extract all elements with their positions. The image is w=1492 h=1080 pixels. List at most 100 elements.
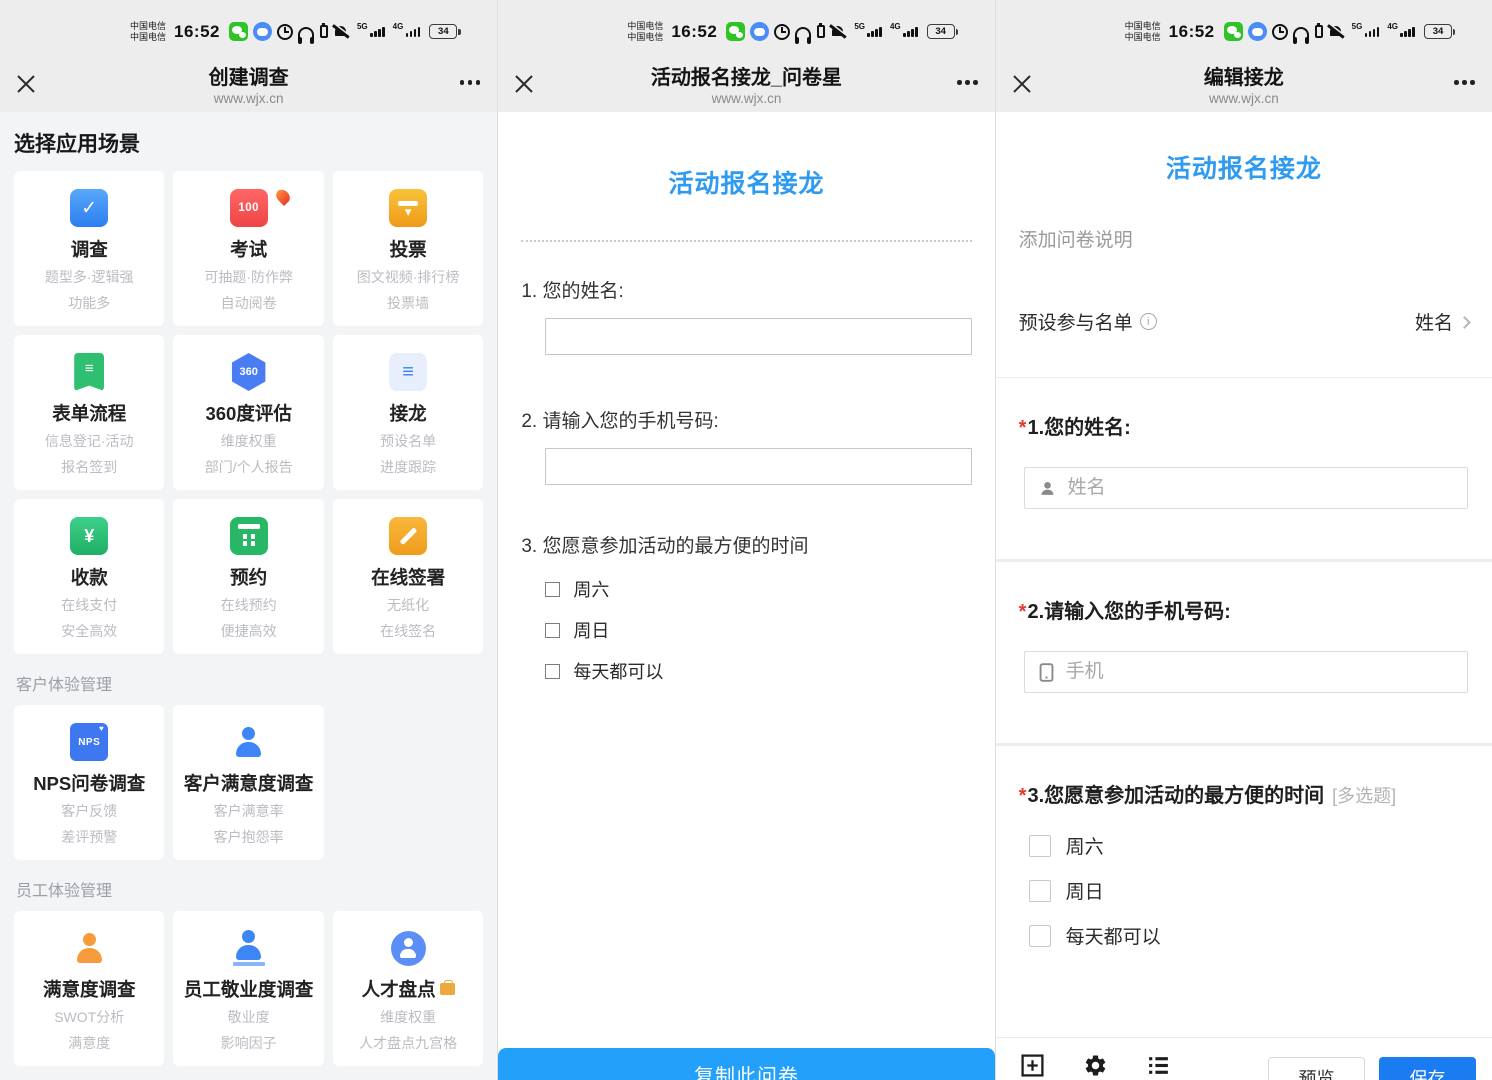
wechat-icon bbox=[229, 22, 248, 41]
question-3-options: 周六 周日 每天都可以 bbox=[1029, 832, 1492, 949]
outline-button[interactable]: 大纲 bbox=[1144, 1053, 1174, 1080]
name-input[interactable] bbox=[545, 318, 971, 355]
checkbox-icon[interactable] bbox=[1029, 880, 1051, 902]
question-2-label: 2. 请输入您的手机号码: bbox=[521, 406, 971, 433]
group-label-customer: 客户体验管理 bbox=[16, 671, 481, 695]
survey-title[interactable]: 活动报名接龙 bbox=[996, 149, 1492, 185]
employee-grid: 满意度调查 SWOT分析 满意度 员工敬业度调查 敬业度 影响因子 人才盘点 维… bbox=[14, 911, 483, 1066]
mobile-phone-icon bbox=[1038, 663, 1055, 682]
option-everyday[interactable]: 每天都可以 bbox=[545, 658, 971, 684]
hexagon-360-icon: 360 bbox=[230, 353, 268, 391]
section-divider bbox=[996, 559, 1492, 562]
card-exam[interactable]: 100 考试 可抽题·防作弊 自动阅卷 bbox=[173, 171, 323, 326]
preset-list-value: 姓名 bbox=[1415, 308, 1453, 335]
card-talent-review[interactable]: 人才盘点 维度权重 人才盘点九宫格 bbox=[333, 911, 483, 1066]
status-bar: 中国电信中国电信 16:52 5G 4G 34 bbox=[996, 0, 1492, 55]
name-input[interactable] bbox=[1068, 477, 1454, 499]
checkbox-icon[interactable] bbox=[545, 623, 560, 638]
info-icon[interactable]: i bbox=[1140, 313, 1157, 330]
more-menu-icon[interactable] bbox=[957, 80, 978, 85]
chevron-right-icon bbox=[1458, 316, 1471, 329]
divider bbox=[996, 377, 1492, 378]
more-menu-icon[interactable] bbox=[1454, 80, 1475, 85]
page-url: www.wjx.cn bbox=[52, 91, 445, 106]
card-vote[interactable]: ▾ 投票 图文视频·排行榜 投票墙 bbox=[333, 171, 483, 326]
card-payment[interactable]: ¥ 收款 在线支付 安全高效 bbox=[14, 499, 164, 654]
card-survey[interactable]: ✓ 调查 题型多·逻辑强 功能多 bbox=[14, 171, 164, 326]
settings-button[interactable]: 设置 bbox=[1081, 1053, 1111, 1080]
nps-icon: NPS bbox=[70, 723, 108, 761]
checkbox-icon[interactable] bbox=[1029, 925, 1051, 947]
card-customer-satisfaction[interactable]: 客户满意度调查 客户满意率 客户抱怨率 bbox=[173, 705, 323, 860]
option-sunday[interactable]: 周日 bbox=[1029, 877, 1492, 904]
card-form-flow[interactable]: ≡ 表单流程 信息登记·活动 报名签到 bbox=[14, 335, 164, 490]
phone-input[interactable] bbox=[1066, 661, 1454, 683]
customer-grid: NPS NPS问卷调查 客户反馈 差评预警 客户满意度调查 客户满意率 客户抱怨… bbox=[14, 705, 483, 860]
alarm-icon bbox=[277, 24, 293, 40]
checkbox-icon[interactable] bbox=[1029, 835, 1051, 857]
option-sunday[interactable]: 周日 bbox=[545, 617, 971, 643]
card-engagement[interactable]: 员工敬业度调查 敬业度 影响因子 bbox=[173, 911, 323, 1066]
wechat-icon bbox=[1224, 22, 1243, 41]
customer-person-icon bbox=[230, 723, 268, 761]
signal-4g-icon: 4G bbox=[1387, 27, 1415, 37]
required-asterisk: * bbox=[1019, 417, 1027, 439]
card-chain[interactable]: ≡ 接龙 预设名单 进度跟踪 bbox=[333, 335, 483, 490]
wechat-icon bbox=[726, 22, 745, 41]
option-saturday[interactable]: 周六 bbox=[545, 576, 971, 602]
card-appointment[interactable]: 预约 在线预约 便捷高效 bbox=[173, 499, 323, 654]
person-icon bbox=[1038, 479, 1057, 498]
checkbox-icon[interactable] bbox=[545, 664, 560, 679]
status-bar: 中国电信中国电信 16:52 5G 4G 34 bbox=[0, 0, 497, 55]
close-icon[interactable] bbox=[511, 71, 537, 97]
question-3-label: 3. 您愿意参加活动的最方便的时间 bbox=[521, 531, 971, 558]
card-nps[interactable]: NPS NPS问卷调查 客户反馈 差评预警 bbox=[14, 705, 164, 860]
signal-5g-icon: 5G bbox=[357, 27, 385, 37]
save-button[interactable]: 保存 bbox=[1379, 1057, 1476, 1080]
option-everyday[interactable]: 每天都可以 bbox=[1029, 922, 1492, 949]
survey-preview-body: 活动报名接龙 1. 您的姓名: 2. 请输入您的手机号码: 3. 您愿意参加活动… bbox=[498, 164, 994, 1080]
close-icon[interactable] bbox=[1009, 71, 1035, 97]
employee-person-icon bbox=[70, 929, 108, 967]
phone-field[interactable] bbox=[1024, 651, 1468, 693]
copy-survey-button[interactable]: 复制此问卷 bbox=[498, 1048, 994, 1080]
add-description-placeholder[interactable]: 添加问卷说明 bbox=[1019, 225, 1469, 252]
status-bar: 中国电信中国电信 16:52 5G 4G 34 bbox=[498, 0, 994, 55]
option-saturday[interactable]: 周六 bbox=[1029, 832, 1492, 859]
page-url: www.wjx.cn bbox=[550, 91, 942, 106]
screen: 中国电信中国电信 16:52 5G 4G 34 创建调查 www.wjx.cn bbox=[0, 0, 1492, 1080]
headset-icon bbox=[1293, 27, 1309, 40]
carrier-label: 中国电信中国电信 bbox=[1125, 21, 1161, 43]
signal-5g-icon: 5G bbox=[854, 27, 882, 37]
exam-icon: 100 bbox=[230, 189, 268, 227]
scenario-picker: 选择应用场景 ✓ 调查 题型多·逻辑强 功能多 100 考试 可抽题·防作弊 自… bbox=[0, 112, 497, 1066]
gear-icon bbox=[1083, 1053, 1108, 1078]
editor-body: 活动报名接龙 添加问卷说明 预设参与名单 i 姓名 *1.您的姓名: *2.请输… bbox=[996, 149, 1492, 1080]
page-title: 创建调查 bbox=[52, 61, 445, 90]
close-icon[interactable] bbox=[13, 71, 39, 97]
question-3-options: 周六 周日 每天都可以 bbox=[545, 576, 971, 684]
more-menu-icon[interactable] bbox=[460, 80, 481, 85]
nav-bar: 活动报名接龙_问卷星 www.wjx.cn bbox=[498, 55, 994, 112]
signal-4g-icon: 4G bbox=[890, 27, 918, 37]
survey-icon: ✓ bbox=[70, 189, 108, 227]
dotted-divider bbox=[521, 240, 971, 242]
checkbox-icon[interactable] bbox=[545, 582, 560, 597]
card-esign[interactable]: 在线签署 无纸化 在线签名 bbox=[333, 499, 483, 654]
card-employee-satisfaction[interactable]: 满意度调查 SWOT分析 满意度 bbox=[14, 911, 164, 1066]
question-1-label[interactable]: *1.您的姓名: bbox=[1019, 411, 1469, 440]
card-360-eval[interactable]: 360 360度评估 维度权重 部门/个人报告 bbox=[173, 335, 323, 490]
scenario-grid: ✓ 调查 题型多·逻辑强 功能多 100 考试 可抽题·防作弊 自动阅卷 ▾ 投… bbox=[14, 171, 483, 654]
pen-sign-icon bbox=[389, 517, 427, 555]
preset-participant-row[interactable]: 预设参与名单 i 姓名 bbox=[1019, 308, 1469, 335]
name-field[interactable] bbox=[1024, 467, 1468, 509]
briefcase-icon bbox=[440, 983, 455, 995]
question-2-label[interactable]: *2.请输入您的手机号码: bbox=[1019, 595, 1469, 624]
question-3-label[interactable]: *3.您愿意参加活动的最方便的时间[多选题] bbox=[1019, 779, 1469, 808]
phone-input[interactable] bbox=[545, 448, 971, 485]
preview-button[interactable]: 预览 bbox=[1268, 1057, 1365, 1080]
page-url: www.wjx.cn bbox=[1048, 91, 1440, 106]
add-question-button[interactable]: 题目 bbox=[1018, 1053, 1048, 1080]
nav-title-block: 活动报名接龙_问卷星 www.wjx.cn bbox=[498, 61, 994, 106]
panel-survey-preview: 中国电信中国电信 16:52 5G 4G 34 活动报名接龙_问卷星 www.w… bbox=[497, 0, 994, 1080]
